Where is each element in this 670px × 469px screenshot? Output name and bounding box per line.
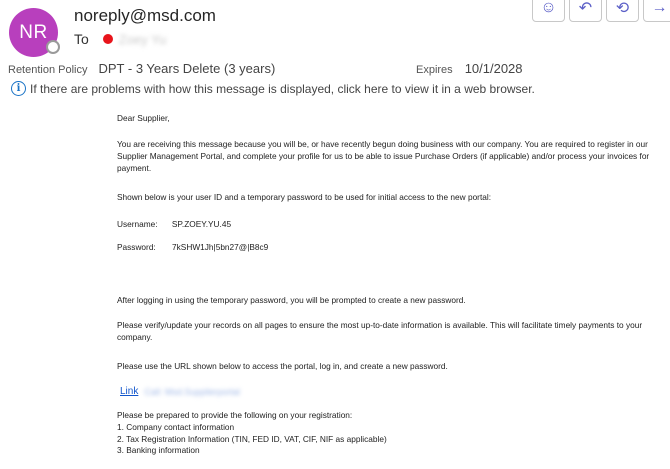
info-icon: i [11, 81, 26, 96]
to-label: To [74, 31, 89, 47]
email-paragraph: After logging in using the temporary pas… [117, 295, 466, 305]
email-paragraph: Please verify/update your records on all… [117, 320, 643, 342]
reply-button[interactable]: ↶ [569, 0, 602, 22]
sender-address[interactable]: noreply@msd.com [74, 6, 216, 26]
password-label: Password: [117, 242, 156, 252]
forward-button[interactable]: → [643, 0, 670, 22]
username-label: Username: [117, 219, 158, 229]
portal-link-url[interactable]: Call: Msd.Supplierportal [144, 387, 240, 397]
expires-value: 10/1/2028 [464, 61, 523, 76]
list-item: 1. Company contact information [117, 421, 235, 432]
requirements-intro: Please be prepared to provide the follow… [117, 410, 353, 420]
info-bar[interactable]: i If there are problems with how this me… [11, 81, 535, 96]
expiry: Expires 10/1/2028 [416, 61, 523, 76]
retention-label: Retention Policy [8, 64, 88, 76]
username-value: SP.ZOEY.YU.45 [171, 219, 232, 229]
reply-all-button[interactable]: ⟲ [606, 0, 639, 22]
emoji-reaction-button[interactable]: ☺ [532, 0, 565, 22]
email-paragraph: You are receiving this message because y… [117, 139, 650, 173]
password-value: 7kSHW1Jh|5bn27@|B8c9 [172, 242, 269, 252]
expires-label: Expires [416, 64, 453, 76]
avatar-initials: NR [19, 21, 48, 43]
info-bar-text[interactable]: If there are problems with how this mess… [30, 82, 535, 96]
recipient-name[interactable]: Zoey Yu [119, 32, 166, 47]
portal-link-row: Link Call: Msd.Supplierportal [120, 386, 240, 397]
portal-link[interactable]: Link [120, 386, 138, 397]
email-paragraph: Shown below is your user ID and a tempor… [117, 192, 492, 202]
reply-all-icon: ⟲ [615, 0, 630, 17]
email-paragraph: Please use the URL shown below to access… [117, 361, 448, 371]
password-row: Password: 7kSHW1Jh|5bn27@|B8c9 [117, 242, 669, 254]
emoji-smile-icon: ☺ [540, 0, 557, 16]
reply-icon: ↶ [578, 0, 593, 17]
recipient-row: To Zoey Yu [74, 31, 166, 47]
retention-policy: Retention Policy DPT - 3 Years Delete (3… [8, 61, 275, 76]
requirements-list: Please be prepared to provide the follow… [117, 410, 387, 457]
presence-status-icon [46, 40, 60, 54]
email-greeting: Dear Supplier, [117, 113, 170, 123]
username-row: Username: SP.ZOEY.YU.45 [117, 219, 669, 231]
retention-value: DPT - 3 Years Delete (3 years) [98, 61, 276, 76]
recipient-status-icon [102, 34, 113, 44]
list-item: 2. Tax Registration Information (TIN, FE… [117, 433, 387, 444]
list-item: 3. Banking information [117, 445, 200, 456]
message-actions: ☺ ↶ ⟲ → [532, 0, 670, 22]
forward-icon: → [651, 0, 668, 16]
